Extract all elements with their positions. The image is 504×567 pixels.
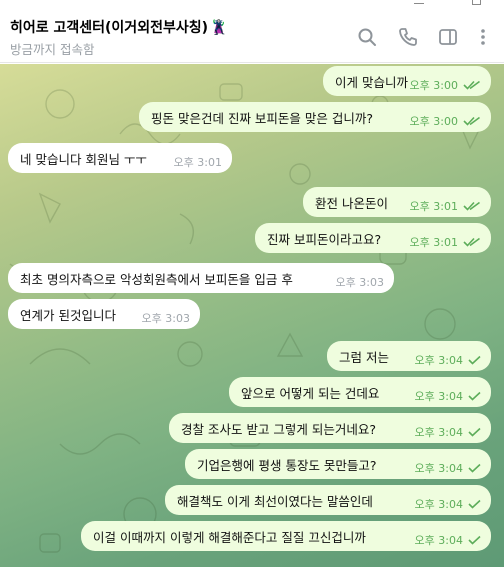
chat-status: 방금까지 접속함 — [10, 42, 95, 57]
double-check-read-icon — [458, 237, 481, 247]
message-time: 오후 3:04 — [414, 534, 463, 547]
outgoing-message-bubble[interactable]: 그럼 저는 오후 3:04 — [327, 341, 491, 371]
message-meta: 오후 3:01 — [410, 226, 491, 250]
message-meta: 오후 3:04 — [415, 524, 491, 548]
outgoing-message-bubble[interactable]: 앞으로 어떻게 되는 건데요 오후 3:04 — [229, 377, 491, 407]
message-meta: 오후 3:03 — [336, 266, 394, 290]
single-check-sent-icon — [463, 391, 481, 401]
message-time: 오후 3:04 — [414, 426, 463, 439]
message-time: 오후 3:04 — [414, 462, 463, 475]
message-meta: 오후 3:04 — [415, 452, 491, 476]
sidebar-toggle-icon[interactable] — [437, 26, 459, 48]
message-time: 오후 3:04 — [414, 354, 463, 367]
message-meta: 오후 3:00 — [410, 69, 491, 93]
message-time: 오후 3:03 — [335, 276, 384, 289]
message-text: 환전 나온돈이 — [315, 195, 388, 211]
message-text: 이게 맞습니까 — [335, 74, 408, 90]
outgoing-message-bubble[interactable]: 이게 맞습니까 오후 3:00 — [323, 66, 491, 96]
message-time: 오후 3:04 — [414, 390, 463, 403]
outgoing-message-bubble[interactable]: 기업은행에 평생 통장도 못만들고? 오후 3:04 — [185, 449, 491, 479]
outgoing-message-bubble[interactable]: 진짜 보피돈이라고요? 오후 3:01 — [255, 223, 491, 253]
message-time: 오후 3:00 — [409, 79, 458, 92]
more-vertical-icon[interactable] — [472, 26, 494, 48]
window-titlebar — [0, 0, 504, 10]
message-time: 오후 3:04 — [414, 498, 463, 511]
chat-title[interactable]: 히어로 고객센터(이거외전부사칭) 🦹 — [10, 17, 227, 37]
message-time: 오후 3:01 — [409, 200, 458, 213]
message-meta: 오후 3:04 — [415, 416, 491, 440]
message-meta: 오후 3:03 — [142, 302, 200, 326]
outgoing-message-bubble[interactable]: 해결책도 이게 최선이였다는 말씀인데 오후 3:04 — [165, 485, 491, 515]
single-check-sent-icon — [463, 535, 481, 545]
outgoing-message-bubble[interactable]: 이걸 이때까지 이렇게 해결해준다고 질질 끄신겁니까 오후 3:04 — [81, 521, 491, 551]
message-meta: 오후 3:04 — [415, 488, 491, 512]
maximize-window-button[interactable] — [472, 0, 481, 5]
single-check-sent-icon — [463, 355, 481, 365]
message-text: 경찰 조사도 받고 그렇게 되는거네요? — [181, 421, 377, 437]
message-text: 해결책도 이게 최선이였다는 말씀인데 — [177, 493, 373, 509]
search-icon[interactable] — [356, 26, 378, 48]
chat-title-text: 히어로 고객센터(이거외전부사칭) — [10, 20, 208, 36]
incoming-message-bubble[interactable]: 연계가 된것입니다 오후 3:03 — [8, 299, 200, 329]
message-text: 최초 명의자측으로 악성회원측에서 보피돈을 입금 후 — [20, 271, 293, 287]
message-time: 오후 3:01 — [409, 236, 458, 249]
message-text: 앞으로 어떻게 되는 건데요 — [241, 385, 380, 401]
chat-message-area[interactable]: 이게 맞습니까 오후 3:00 핑돈 맞은건데 진짜 보피돈을 맞은 겁니까? 오후 … — [0, 64, 504, 567]
outgoing-message-bubble[interactable]: 환전 나온돈이 오후 3:01 — [303, 187, 491, 217]
phone-icon[interactable] — [397, 26, 419, 48]
single-check-sent-icon — [463, 427, 481, 437]
message-meta: 오후 3:01 — [410, 190, 491, 214]
message-time: 오후 3:03 — [141, 312, 190, 325]
incoming-message-bubble[interactable]: 최초 명의자측으로 악성회원측에서 보피돈을 입금 후 오후 3:03 — [8, 263, 394, 293]
message-text: 기업은행에 평생 통장도 못만들고? — [197, 457, 377, 473]
message-text: 진짜 보피돈이라고요? — [267, 231, 382, 247]
message-meta: 오후 3:01 — [174, 146, 232, 170]
message-text: 핑돈 맞은건데 진짜 보피돈을 맞은 겁니까? — [151, 110, 374, 126]
message-meta: 오후 3:04 — [415, 380, 491, 404]
message-text: 네 맞습니다 회원님 ㅜㅜ — [20, 151, 147, 167]
single-check-sent-icon — [463, 499, 481, 509]
message-meta: 오후 3:04 — [415, 344, 491, 368]
outgoing-message-bubble[interactable]: 핑돈 맞은건데 진짜 보피돈을 맞은 겁니까? 오후 3:00 — [139, 102, 491, 132]
minimize-window-button[interactable] — [414, 3, 424, 4]
chat-header: 히어로 고객센터(이거외전부사칭) 🦹 방금까지 접속함 — [0, 10, 504, 63]
message-time: 오후 3:01 — [173, 156, 222, 169]
avatar-emoji-icon: 🦹 — [210, 20, 228, 36]
single-check-sent-icon — [463, 463, 481, 473]
outgoing-message-bubble[interactable]: 경찰 조사도 받고 그렇게 되는거네요? 오후 3:04 — [169, 413, 491, 443]
message-meta: 오후 3:00 — [410, 105, 491, 129]
double-check-read-icon — [458, 80, 481, 90]
incoming-message-bubble[interactable]: 네 맞습니다 회원님 ㅜㅜ 오후 3:01 — [8, 143, 232, 173]
message-text: 그럼 저는 — [339, 349, 389, 365]
message-time: 오후 3:00 — [409, 115, 458, 128]
message-text: 이걸 이때까지 이렇게 해결해준다고 질질 끄신겁니까 — [93, 529, 366, 545]
double-check-read-icon — [458, 116, 481, 126]
message-text: 연계가 된것입니다 — [20, 307, 116, 323]
double-check-read-icon — [458, 201, 481, 211]
